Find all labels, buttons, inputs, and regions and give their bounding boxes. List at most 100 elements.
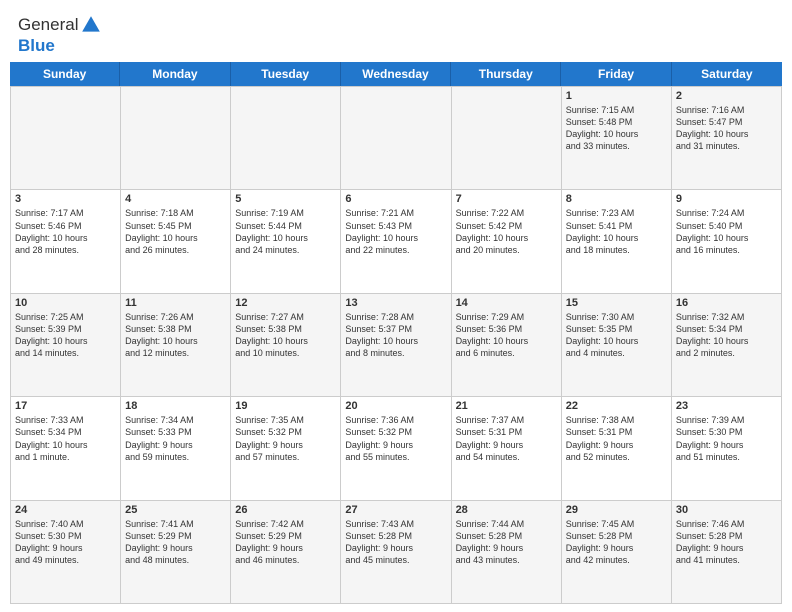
day-number: 13 <box>345 297 446 309</box>
logo: General Blue <box>18 14 104 56</box>
day-info: Sunrise: 7:25 AM Sunset: 5:39 PM Dayligh… <box>15 311 116 360</box>
logo-general-text: General <box>18 15 78 35</box>
day-number: 3 <box>15 193 116 205</box>
day-cell-4: 4Sunrise: 7:18 AM Sunset: 5:45 PM Daylig… <box>121 190 231 292</box>
day-cell-8: 8 Sunrise: 7:23 AM Sunset: 5:41 PM Daylig… <box>562 190 672 292</box>
day-cell-10: 10 Sunrise: 7:25 AM Sunset: 5:39 PM Dayli… <box>11 294 121 396</box>
empty-cell-0-0 <box>11 87 121 189</box>
day-info: Sunrise: 7:45 AM Sunset: 5:28 PM Dayligh… <box>566 518 667 567</box>
day-number: 25 <box>125 504 226 516</box>
weekday-header-tuesday: Tuesday <box>231 62 341 86</box>
day-number: 7 <box>456 193 557 205</box>
day-cell-9: 9 Sunrise: 7:24 AM Sunset: 5:40 PM Daylig… <box>672 190 782 292</box>
day-cell-21: 21Sunrise: 7:37 AM Sunset: 5:31 PM Dayli… <box>452 397 562 499</box>
empty-cell-0-2 <box>231 87 341 189</box>
day-info: Sunrise: 7:40 AM Sunset: 5:30 PM Dayligh… <box>15 518 116 567</box>
day-cell-29: 29 Sunrise: 7:45 AM Sunset: 5:28 PM Dayli… <box>562 501 672 603</box>
day-info: Sunrise: 7:35 AM Sunset: 5:32 PM Dayligh… <box>235 414 336 463</box>
header: General Blue <box>0 0 792 62</box>
calendar: SundayMondayTuesdayWednesdayThursdayFrid… <box>0 62 792 612</box>
day-number: 9 <box>676 193 777 205</box>
day-cell-26: 26 Sunrise: 7:42 AM Sunset: 5:29 PM Dayli… <box>231 501 341 603</box>
day-cell-12: 12 Sunrise: 7:27 AM Sunset: 5:38 PM Dayli… <box>231 294 341 396</box>
day-number: 5 <box>235 193 336 205</box>
day-info: Sunrise: 7:38 AM Sunset: 5:31 PM Dayligh… <box>566 414 667 463</box>
day-cell-1: 1Sunrise: 7:15 AM Sunset: 5:48 PM Daylig… <box>562 87 672 189</box>
day-cell-28: 28 Sunrise: 7:44 AM Sunset: 5:28 PM Dayli… <box>452 501 562 603</box>
calendar-row-3: 17Sunrise: 7:33 AM Sunset: 5:34 PM Dayli… <box>10 396 782 499</box>
day-number: 23 <box>676 400 777 412</box>
empty-cell-0-4 <box>452 87 562 189</box>
day-cell-25: 25 Sunrise: 7:41 AM Sunset: 5:29 PM Dayli… <box>121 501 231 603</box>
day-info: Sunrise: 7:22 AM Sunset: 5:42 PM Dayligh… <box>456 207 557 256</box>
day-cell-30: 30Sunrise: 7:46 AM Sunset: 5:28 PM Dayli… <box>672 501 782 603</box>
day-info: Sunrise: 7:36 AM Sunset: 5:32 PM Dayligh… <box>345 414 446 463</box>
day-number: 4 <box>125 193 226 205</box>
day-number: 8 <box>566 193 667 205</box>
day-number: 14 <box>456 297 557 309</box>
day-number: 26 <box>235 504 336 516</box>
day-cell-2: 2 Sunrise: 7:16 AM Sunset: 5:47 PM Daylig… <box>672 87 782 189</box>
day-number: 28 <box>456 504 557 516</box>
day-info: Sunrise: 7:42 AM Sunset: 5:29 PM Dayligh… <box>235 518 336 567</box>
day-cell-6: 6 Sunrise: 7:21 AM Sunset: 5:43 PM Daylig… <box>341 190 451 292</box>
day-number: 11 <box>125 297 226 309</box>
weekday-header-saturday: Saturday <box>672 62 782 86</box>
day-info: Sunrise: 7:17 AM Sunset: 5:46 PM Dayligh… <box>15 207 116 256</box>
day-info: Sunrise: 7:19 AM Sunset: 5:44 PM Dayligh… <box>235 207 336 256</box>
day-number: 24 <box>15 504 116 516</box>
day-info: Sunrise: 7:41 AM Sunset: 5:29 PM Dayligh… <box>125 518 226 567</box>
day-cell-19: 19 Sunrise: 7:35 AM Sunset: 5:32 PM Dayli… <box>231 397 341 499</box>
day-number: 20 <box>345 400 446 412</box>
day-cell-5: 5 Sunrise: 7:19 AM Sunset: 5:44 PM Daylig… <box>231 190 341 292</box>
day-cell-22: 22 Sunrise: 7:38 AM Sunset: 5:31 PM Dayli… <box>562 397 672 499</box>
weekday-header-friday: Friday <box>561 62 671 86</box>
weekday-header-thursday: Thursday <box>451 62 561 86</box>
day-info: Sunrise: 7:46 AM Sunset: 5:28 PM Dayligh… <box>676 518 777 567</box>
empty-cell-0-1 <box>121 87 231 189</box>
day-number: 12 <box>235 297 336 309</box>
day-info: Sunrise: 7:26 AM Sunset: 5:38 PM Dayligh… <box>125 311 226 360</box>
day-cell-16: 16Sunrise: 7:32 AM Sunset: 5:34 PM Dayli… <box>672 294 782 396</box>
day-cell-3: 3 Sunrise: 7:17 AM Sunset: 5:46 PM Daylig… <box>11 190 121 292</box>
weekday-header-wednesday: Wednesday <box>341 62 451 86</box>
day-info: Sunrise: 7:39 AM Sunset: 5:30 PM Dayligh… <box>676 414 777 463</box>
day-info: Sunrise: 7:23 AM Sunset: 5:41 PM Dayligh… <box>566 207 667 256</box>
empty-cell-0-3 <box>341 87 451 189</box>
day-number: 19 <box>235 400 336 412</box>
day-info: Sunrise: 7:34 AM Sunset: 5:33 PM Dayligh… <box>125 414 226 463</box>
calendar-header: SundayMondayTuesdayWednesdayThursdayFrid… <box>10 62 782 86</box>
calendar-row-2: 10 Sunrise: 7:25 AM Sunset: 5:39 PM Dayli… <box>10 293 782 396</box>
logo-triangle-icon <box>80 14 102 36</box>
day-cell-18: 18 Sunrise: 7:34 AM Sunset: 5:33 PM Dayli… <box>121 397 231 499</box>
day-number: 2 <box>676 90 777 102</box>
day-info: Sunrise: 7:44 AM Sunset: 5:28 PM Dayligh… <box>456 518 557 567</box>
calendar-body: 1Sunrise: 7:15 AM Sunset: 5:48 PM Daylig… <box>10 86 782 604</box>
day-number: 21 <box>456 400 557 412</box>
day-cell-23: 23 Sunrise: 7:39 AM Sunset: 5:30 PM Dayli… <box>672 397 782 499</box>
day-number: 18 <box>125 400 226 412</box>
day-info: Sunrise: 7:27 AM Sunset: 5:38 PM Dayligh… <box>235 311 336 360</box>
day-cell-20: 20 Sunrise: 7:36 AM Sunset: 5:32 PM Dayli… <box>341 397 451 499</box>
weekday-header-sunday: Sunday <box>10 62 120 86</box>
day-info: Sunrise: 7:21 AM Sunset: 5:43 PM Dayligh… <box>345 207 446 256</box>
day-number: 29 <box>566 504 667 516</box>
day-info: Sunrise: 7:15 AM Sunset: 5:48 PM Dayligh… <box>566 104 667 153</box>
day-cell-24: 24 Sunrise: 7:40 AM Sunset: 5:30 PM Dayli… <box>11 501 121 603</box>
day-number: 10 <box>15 297 116 309</box>
day-number: 16 <box>676 297 777 309</box>
day-info: Sunrise: 7:16 AM Sunset: 5:47 PM Dayligh… <box>676 104 777 153</box>
calendar-row-1: 3 Sunrise: 7:17 AM Sunset: 5:46 PM Daylig… <box>10 189 782 292</box>
day-info: Sunrise: 7:28 AM Sunset: 5:37 PM Dayligh… <box>345 311 446 360</box>
calendar-row-0: 1Sunrise: 7:15 AM Sunset: 5:48 PM Daylig… <box>10 86 782 189</box>
day-cell-13: 13 Sunrise: 7:28 AM Sunset: 5:37 PM Dayli… <box>341 294 451 396</box>
day-number: 6 <box>345 193 446 205</box>
day-cell-17: 17Sunrise: 7:33 AM Sunset: 5:34 PM Dayli… <box>11 397 121 499</box>
day-number: 22 <box>566 400 667 412</box>
day-cell-14: 14Sunrise: 7:29 AM Sunset: 5:36 PM Dayli… <box>452 294 562 396</box>
day-cell-11: 11 Sunrise: 7:26 AM Sunset: 5:38 PM Dayli… <box>121 294 231 396</box>
calendar-row-4: 24 Sunrise: 7:40 AM Sunset: 5:30 PM Dayli… <box>10 500 782 604</box>
day-number: 27 <box>345 504 446 516</box>
day-info: Sunrise: 7:24 AM Sunset: 5:40 PM Dayligh… <box>676 207 777 256</box>
day-info: Sunrise: 7:33 AM Sunset: 5:34 PM Dayligh… <box>15 414 116 463</box>
